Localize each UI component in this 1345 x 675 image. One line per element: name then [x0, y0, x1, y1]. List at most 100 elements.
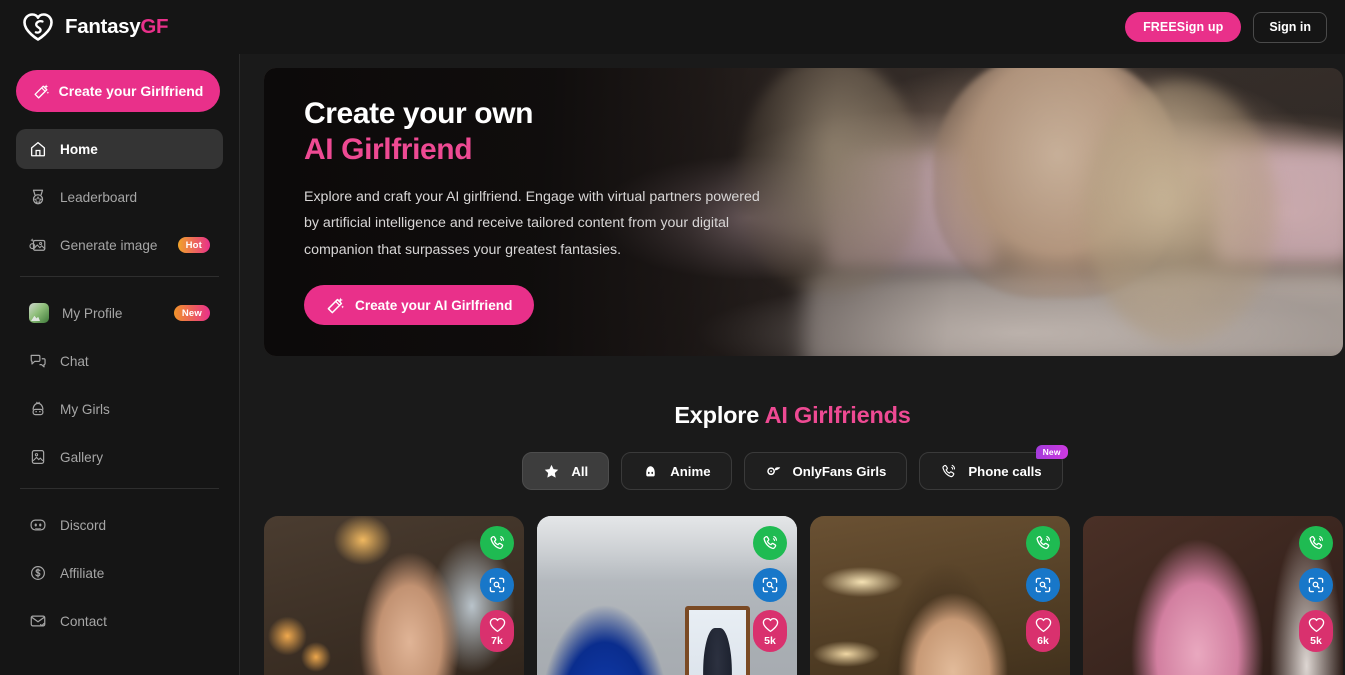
main-content: Create your own AI Girlfriend Explore an…: [240, 54, 1345, 675]
hero-banner: Create your own AI Girlfriend Explore an…: [264, 68, 1343, 356]
hero-cta-button[interactable]: Create your AI Girlfriend: [304, 285, 535, 326]
filter-tab-label: Anime: [670, 463, 711, 479]
gallery-image-icon: [31, 450, 45, 464]
sidebar-divider-1: [20, 276, 219, 277]
filter-tab-onlyfans-girls[interactable]: OnlyFans Girls: [743, 452, 908, 490]
card-actions: 6k: [1026, 526, 1060, 652]
like-button[interactable]: 7k: [480, 610, 514, 652]
sidebar-item-discord[interactable]: Discord: [16, 505, 223, 545]
like-count: 5k: [1310, 635, 1322, 647]
discord-icon: [30, 519, 46, 531]
sidebar-item-label: Generate image: [60, 237, 158, 253]
avatar-icon: [29, 303, 49, 323]
sidebar-item-label: Chat: [60, 353, 89, 369]
sidebar-item-my-profile[interactable]: My Profile New: [16, 293, 223, 333]
phone-call-icon: [490, 535, 504, 550]
sidebar-item-home[interactable]: Home: [16, 129, 223, 169]
filter-tab-label: OnlyFans Girls: [792, 463, 887, 479]
heart-swirl-logo-icon: [23, 13, 53, 41]
body-row: Create your Girlfriend Home Leaderboard: [0, 54, 1345, 675]
sidebar-item-my-girls[interactable]: My Girls: [16, 389, 223, 429]
filter-tab-label: Phone calls: [968, 463, 1042, 479]
sidebar-item-affiliate[interactable]: Affiliate: [16, 553, 223, 593]
sidebar-item-generate-image[interactable]: Generate image Hot: [16, 225, 223, 265]
heart-icon: [1035, 617, 1051, 633]
sidebar-item-label: My Profile: [62, 305, 123, 321]
card-actions: 5k: [1299, 526, 1333, 652]
card-photo-detail: [685, 606, 751, 675]
sidebar-item-chat[interactable]: Chat: [16, 341, 223, 381]
hero-cta-label: Create your AI Girlfriend: [355, 297, 513, 313]
image-scan-button[interactable]: [480, 568, 514, 602]
heart-icon: [762, 617, 778, 633]
girlfriend-card[interactable]: 5k: [1083, 516, 1343, 675]
heart-icon: [1308, 617, 1324, 633]
call-button[interactable]: [1299, 526, 1333, 560]
brand-name: FantasyGF: [65, 15, 169, 39]
medal-icon: [32, 189, 44, 205]
star-icon: [545, 464, 559, 478]
magic-wand-icon: [34, 83, 49, 99]
heart-icon: [489, 617, 505, 633]
like-button[interactable]: 5k: [1299, 610, 1333, 652]
filter-tabs: All Anime OnlyFans Girls Phone calls New: [240, 445, 1345, 490]
create-girlfriend-label: Create your Girlfriend: [58, 83, 204, 99]
explore-title-primary: Explore: [674, 402, 765, 428]
girlfriend-card-grid: 7k 5k 6k 5k: [264, 516, 1345, 675]
call-button[interactable]: [480, 526, 514, 560]
sidebar-item-label: Affiliate: [60, 565, 105, 581]
sidebar-item-label: My Girls: [60, 401, 110, 417]
girls-icon: [32, 401, 44, 416]
filter-tab-phone-calls[interactable]: Phone calls New: [919, 445, 1068, 490]
image-scan-icon: [762, 577, 778, 593]
sidebar-item-contact[interactable]: Contact: [16, 601, 223, 641]
brand-name-primary: Fantasy: [65, 15, 141, 38]
hero-content: Create your own AI Girlfriend Explore an…: [264, 68, 1343, 326]
filter-tab-label: All: [571, 463, 589, 479]
signup-button[interactable]: FREESign up: [1125, 12, 1242, 42]
create-your-girlfriend-button[interactable]: Create your Girlfriend: [16, 70, 220, 112]
image-scan-button[interactable]: [1026, 568, 1060, 602]
fantasygf-app: FantasyGF FREESign up Sign in Create you…: [0, 0, 1345, 675]
sidebar-item-gallery[interactable]: Gallery: [16, 437, 223, 477]
hero-title: Create your own AI Girlfriend: [304, 96, 1343, 168]
like-button[interactable]: 6k: [1026, 610, 1060, 652]
card-actions: 5k: [753, 526, 787, 652]
sidebar-item-leaderboard[interactable]: Leaderboard: [16, 177, 223, 217]
image-scan-icon: [489, 577, 505, 593]
image-scan-icon: [1308, 577, 1324, 593]
sidebar-item-label: Contact: [60, 613, 107, 629]
signin-button[interactable]: Sign in: [1253, 11, 1327, 43]
hero-title-line2: AI Girlfriend: [304, 133, 473, 166]
image-scan-button[interactable]: [1299, 568, 1333, 602]
hero-description: Explore and craft your AI girlfriend. En…: [304, 189, 760, 258]
phone-call-icon: [763, 535, 777, 550]
top-bar-actions: FREESign up Sign in: [1125, 11, 1327, 43]
like-button[interactable]: 5k: [753, 610, 787, 652]
girlfriend-card[interactable]: 7k: [264, 516, 524, 675]
chat-bubbles-icon: [30, 354, 46, 368]
brand-logo[interactable]: FantasyGF: [22, 12, 169, 42]
filter-tab-anime[interactable]: Anime: [621, 452, 732, 490]
filter-tab-all[interactable]: All: [522, 452, 610, 490]
girlfriend-card[interactable]: 5k: [537, 516, 797, 675]
mail-check-icon: [30, 615, 46, 627]
call-button[interactable]: [753, 526, 787, 560]
sidebar-item-label: Discord: [60, 517, 107, 533]
girlfriend-card[interactable]: 6k: [810, 516, 1070, 675]
like-count: 7k: [491, 635, 503, 647]
brand-name-accent: GF: [140, 15, 169, 38]
image-sparkle-icon: [29, 238, 46, 251]
magic-wand-icon: [327, 297, 345, 314]
sidebar-item-label: Home: [60, 141, 98, 157]
phone-call-icon: [1036, 535, 1050, 550]
phone-ring-icon: [942, 464, 956, 477]
filter-tab-badge-new: New: [1035, 445, 1068, 459]
sidebar-badge-new: New: [173, 305, 210, 321]
call-button[interactable]: [1026, 526, 1060, 560]
sidebar-item-label: Gallery: [60, 449, 104, 465]
phone-call-icon: [1309, 535, 1323, 550]
sidebar-divider-2: [20, 488, 219, 489]
image-scan-button[interactable]: [753, 568, 787, 602]
hero-title-line1: Create your own: [304, 97, 534, 130]
